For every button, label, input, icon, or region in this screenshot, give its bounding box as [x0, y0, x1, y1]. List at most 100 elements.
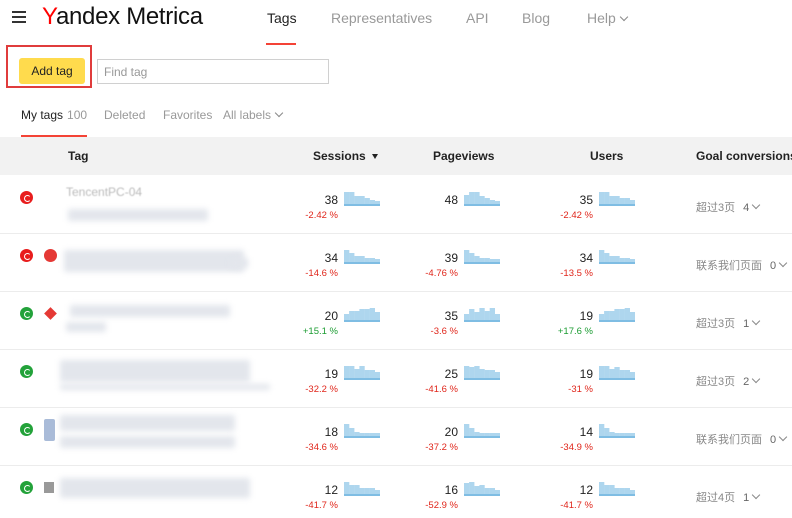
- sessions-change: -32.2 %: [305, 384, 338, 395]
- column-sessions[interactable]: Sessions: [313, 149, 378, 163]
- goal-conversions-dropdown[interactable]: 超过3页 2: [696, 373, 761, 389]
- redacted-tag-name: [230, 258, 248, 268]
- goal-count: 0: [770, 434, 777, 446]
- sparkline-baseline: [464, 204, 500, 206]
- sparkline-baseline: [344, 320, 380, 322]
- goal-name: 超过4页: [696, 492, 736, 504]
- sparkline-baseline: [344, 262, 380, 264]
- sparkline-bar: [599, 482, 605, 496]
- goal-conversions-dropdown[interactable]: 超过3页 1: [696, 315, 761, 331]
- metric-users: 19 +17.6 %: [545, 303, 655, 343]
- goal-name: 超过3页: [696, 202, 736, 214]
- tab-my-tags[interactable]: My tags 100: [21, 108, 87, 123]
- sessions-value: 12: [324, 483, 338, 497]
- pageviews-sparkline: [464, 424, 500, 438]
- tab-favorites[interactable]: Favorites: [163, 108, 212, 123]
- pageviews-value: 39: [444, 251, 458, 265]
- tag-status-icon: [20, 249, 33, 262]
- redacted-tag-name: [68, 209, 208, 221]
- pageviews-change: -41.6 %: [425, 384, 458, 395]
- users-sparkline: [599, 250, 635, 264]
- metric-users: 34 -13.5 %: [545, 245, 655, 285]
- metric-pageviews: 39 -4.76 %: [410, 245, 520, 285]
- redacted-tag-name: [70, 305, 230, 317]
- column-goal-conversions[interactable]: Goal conversions: [696, 149, 792, 163]
- yandex-metrica-logo[interactable]: Yandex Metrica: [42, 2, 203, 32]
- chevron-down-icon: [752, 200, 761, 210]
- redacted-tag-name: [60, 360, 250, 382]
- sparkline-bar: [369, 308, 375, 322]
- users-change: +17.6 %: [557, 326, 593, 337]
- metric-users: 12 -41.7 %: [545, 477, 655, 517]
- sessions-change: -14.6 %: [305, 268, 338, 279]
- sparkline-bar: [469, 482, 475, 496]
- users-change: -2.42 %: [560, 210, 593, 221]
- tab-deleted[interactable]: Deleted: [104, 108, 145, 123]
- all-labels-dropdown[interactable]: All labels: [223, 108, 284, 123]
- site-favicon-icon: [44, 419, 55, 441]
- nav-tags[interactable]: Tags: [267, 9, 297, 27]
- sessions-sparkline: [344, 192, 380, 206]
- metric-pageviews: 16 -52.9 %: [410, 477, 520, 517]
- site-favicon-icon: [44, 482, 54, 493]
- goal-count: 2: [743, 376, 750, 388]
- column-tag[interactable]: Tag: [68, 149, 88, 163]
- metric-pageviews: 25 -41.6 %: [410, 361, 520, 401]
- chevron-down-icon: [619, 12, 629, 22]
- sparkline-bar: [604, 192, 610, 206]
- tag-status-icon: [20, 191, 33, 204]
- users-change: -13.5 %: [560, 268, 593, 279]
- sparkline-bar: [599, 192, 605, 206]
- goal-conversions-dropdown[interactable]: 联系我们页面 0: [696, 257, 788, 273]
- users-change: -34.9 %: [560, 442, 593, 453]
- goal-conversions-dropdown[interactable]: 超过4页 1: [696, 489, 761, 505]
- pageviews-value: 20: [444, 425, 458, 439]
- sparkline-baseline: [599, 320, 635, 322]
- goal-count: 4: [743, 202, 750, 214]
- metric-sessions: 18 -34.6 %: [290, 419, 400, 459]
- chevron-down-icon: [778, 258, 788, 268]
- users-value: 35: [579, 193, 593, 207]
- sparkline-baseline: [599, 378, 635, 380]
- sparkline-bar: [479, 308, 485, 322]
- goal-count: 1: [743, 318, 750, 330]
- sparkline-baseline: [464, 262, 500, 264]
- pageviews-value: 16: [444, 483, 458, 497]
- metric-users: 14 -34.9 %: [545, 419, 655, 459]
- metric-pageviews: 20 -37.2 %: [410, 419, 520, 459]
- sessions-value: 34: [324, 251, 338, 265]
- goal-conversions-dropdown[interactable]: 超过3页 4: [696, 199, 761, 215]
- column-pageviews[interactable]: Pageviews: [433, 149, 494, 163]
- pageviews-change: -37.2 %: [425, 442, 458, 453]
- table-row[interactable]: 20 +15.1 % 35 -3.6 % 19 +17.6 % 超过3页 1: [0, 293, 792, 350]
- find-tag-input[interactable]: [97, 59, 329, 84]
- table-row[interactable]: TencentPC-04 38 -2.42 % 48 35 -2.42 % 超过3页 4: [0, 177, 792, 234]
- sparkline-bar: [344, 366, 350, 380]
- chevron-down-icon: [752, 374, 761, 384]
- table-header: Tag Sessions Pageviews Users Goal conver…: [0, 137, 792, 175]
- tag-name-link[interactable]: TencentPC-04: [66, 185, 142, 199]
- column-users[interactable]: Users: [590, 149, 623, 163]
- pageviews-value: 48: [444, 193, 458, 207]
- add-tag-button[interactable]: Add tag: [19, 58, 85, 84]
- hamburger-menu-icon[interactable]: [12, 11, 26, 23]
- pageviews-sparkline: [464, 192, 500, 206]
- nav-representatives[interactable]: Representatives: [331, 9, 432, 27]
- sparkline-baseline: [599, 436, 635, 438]
- users-value: 19: [579, 309, 593, 323]
- metric-users: 19 -31 %: [545, 361, 655, 401]
- nav-blog[interactable]: Blog: [522, 9, 550, 27]
- users-change: -41.7 %: [560, 500, 593, 511]
- nav-active-underline: [266, 43, 296, 45]
- nav-help[interactable]: Help: [587, 9, 629, 27]
- sparkline-baseline: [344, 378, 380, 380]
- sessions-change: +15.1 %: [302, 326, 338, 337]
- goal-conversions-dropdown[interactable]: 联系我们页面 0: [696, 431, 788, 447]
- redacted-tag-name: [64, 250, 244, 272]
- sessions-sparkline: [344, 250, 380, 264]
- sparkline-bar: [464, 366, 470, 380]
- users-sparkline: [599, 308, 635, 322]
- goal-name: 联系我们页面: [696, 434, 762, 446]
- nav-api[interactable]: API: [466, 9, 489, 27]
- sessions-value: 19: [324, 367, 338, 381]
